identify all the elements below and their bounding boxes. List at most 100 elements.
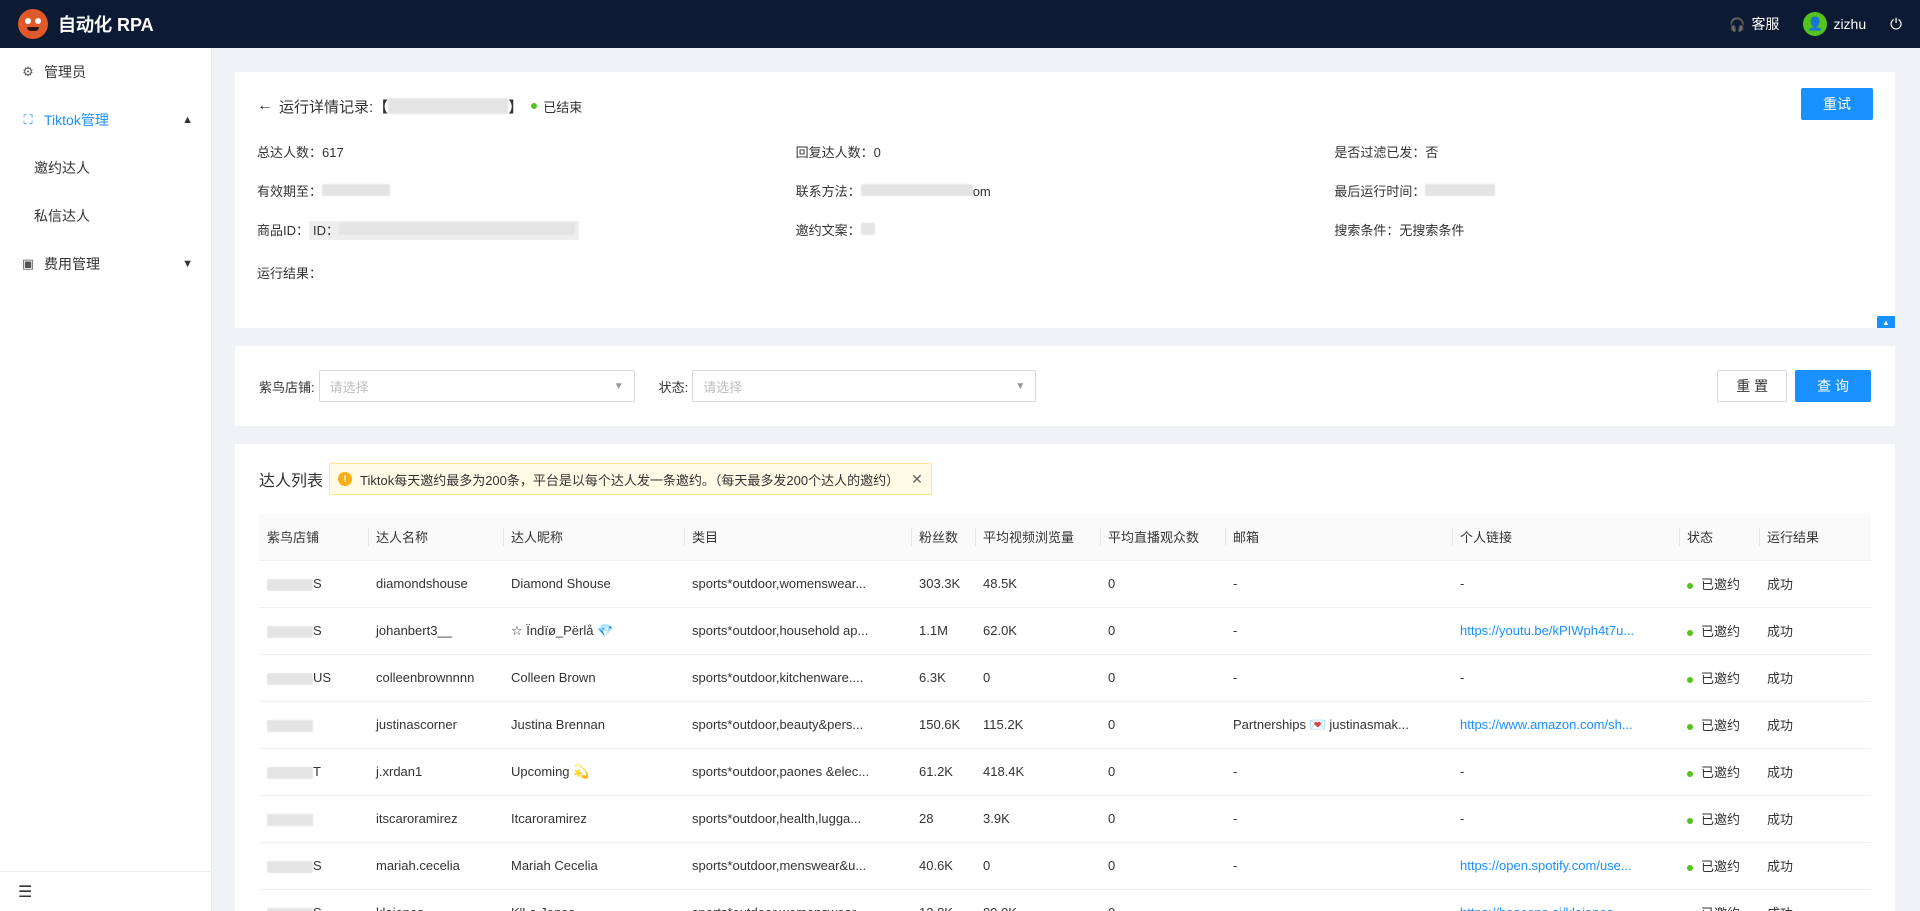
status-text: 已邀约 (1701, 577, 1741, 592)
header-col-email: 邮箱 (1225, 514, 1452, 561)
cell-avg-video-views: 3.9K (975, 795, 1100, 843)
header-col-nick: 达人昵称 (503, 514, 684, 561)
status-text: 已邀约 (1701, 671, 1741, 686)
cell-fans: 303.3K (911, 560, 975, 608)
sidebar-item-invite[interactable]: 邀约达人 (0, 144, 211, 192)
cell-nick: Justina Brennan (503, 701, 684, 749)
status-select[interactable]: 请选择 ▼ (692, 370, 1037, 402)
redacted-shop (267, 860, 313, 873)
redacted-contact (860, 184, 973, 196)
status-text: 已邀约 (1701, 624, 1741, 639)
logo-icon (18, 9, 48, 39)
cell-status: 已邀约 (1679, 654, 1759, 702)
status-dot-icon (1687, 629, 1693, 636)
bracket-close: 】 (508, 98, 524, 116)
cell-status: 已邀约 (1679, 701, 1759, 749)
cell-name: diamondshouse (368, 560, 503, 608)
logout-icon[interactable]: ⏻ (1890, 17, 1902, 32)
table-row[interactable]: itscaroramirez Itcaroramirez sports*outdoo… (259, 795, 1871, 843)
cell-category: sports*outdoor,household ap... (684, 607, 911, 655)
cell-email: - (1225, 560, 1452, 608)
status-dot-icon (1687, 864, 1693, 871)
cell-avg-live-viewers: 0 (1100, 560, 1225, 608)
cell-status: 已邀约 (1679, 795, 1759, 843)
replied-creators: 回复达人数：0 (795, 145, 881, 160)
redacted-task-name (388, 98, 509, 114)
redacted-time (1425, 184, 1496, 196)
cell-email: - (1225, 654, 1452, 702)
invite-text-label: 邀约文案： (795, 223, 861, 238)
reset-button[interactable]: 重 置 (1717, 370, 1788, 402)
invite-text: 邀约文案： (796, 220, 1335, 239)
shop-select[interactable]: 请选择 ▼ (318, 370, 635, 402)
cell-status: 已邀约 (1679, 748, 1759, 796)
shop-select-placeholder: 请选择 (329, 379, 369, 395)
status-text: 已邀约 (1701, 718, 1741, 733)
table-row[interactable]: US colleenbrownnnn Colleen Brown sports*out… (259, 654, 1871, 702)
cell-profile-link: - (1452, 654, 1679, 702)
status-text: 已邀约 (1701, 812, 1741, 827)
cell-status: 已邀约 (1679, 560, 1759, 608)
chevron-down-icon: ▼ (613, 380, 624, 392)
cell-fans: 12.8K (911, 889, 975, 911)
cell-name: johanbert3__ (368, 607, 503, 655)
cell-category: sports*outdoor,health,lugga... (684, 795, 911, 843)
cell-email: - (1225, 842, 1452, 890)
cell-avg-video-views: 418.4K (975, 748, 1100, 796)
status-text: 已邀约 (1701, 765, 1741, 780)
last-run-time: 最后运行时间： (1334, 181, 1873, 200)
sidebar-item-admin[interactable]: ⚙ 管理员 (0, 48, 211, 96)
collapse-up-icon[interactable]: ▲ (1877, 316, 1895, 328)
sidebar-item-message[interactable]: 私信达人 (0, 192, 211, 240)
cell-status: 已邀约 (1679, 607, 1759, 655)
cell-result: 成功 (1759, 560, 1871, 608)
cell-status: 已邀约 (1679, 842, 1759, 890)
header-col-fans: 粉丝数 (911, 514, 975, 561)
cell-profile-link[interactable]: https://open.spotify.com/use... (1452, 842, 1679, 890)
sidebar-item-tiktok[interactable]: ⛶ Tiktok管理 ▲ (0, 96, 211, 144)
cell-profile-link[interactable]: https://beacons.ai/klajones (1452, 889, 1679, 911)
collapse-menu-icon[interactable]: ☰ (0, 871, 212, 911)
cell-name: klajones (368, 889, 503, 911)
header-col-shop: 紫鸟店铺 (259, 514, 368, 561)
back-arrow-icon[interactable]: ← (257, 97, 273, 115)
search-condition: 搜索条件：无搜索条件 (1334, 223, 1465, 238)
username: zizhu (1833, 16, 1867, 32)
sidebar-item-billing[interactable]: ▣ 费用管理 ▼ (0, 240, 211, 288)
cell-fans: 1.1M (911, 607, 975, 655)
table-row[interactable]: Tj.xrdan1 Upcoming 💫 sports*outdoor,paones… (259, 748, 1871, 796)
cell-category: sports*outdoor,beauty&pers... (684, 701, 911, 749)
close-icon[interactable]: ✕ (911, 471, 923, 488)
table-row[interactable]: justinascorner Justina Brennan sports*outd… (259, 701, 1871, 749)
cell-category: sports*outdoor,kitchenware.... (684, 654, 911, 702)
sidebar-item-label: Tiktok管理 (44, 112, 109, 128)
cell-category: sports*outdoor,womenswear... (684, 889, 911, 911)
header-col-name: 达人名称 (368, 514, 503, 561)
support-link[interactable]: 🎧 客服 (1729, 14, 1779, 34)
table-row[interactable]: SklajonesK'La Jonessports*outdoor,womens… (259, 889, 1871, 911)
sidebar: ⚙ 管理员 ⛶ Tiktok管理 ▲ 邀约达人 私信达人 ▣ 费用管理 ▼ ☰ (0, 48, 212, 911)
retry-button[interactable]: 重试 (1801, 88, 1873, 120)
table-row[interactable]: Sjohanbert3__ ☆ Ïndïø_Përlå 💎 sports*outdo… (259, 607, 1871, 655)
shop-suffix: US (313, 670, 332, 685)
cell-fans: 6.3K (911, 654, 975, 702)
contact-label: 联系方法： (795, 184, 861, 199)
cell-avg-live-viewers: 0 (1100, 842, 1225, 890)
user-menu[interactable]: 👤 zizhu (1803, 12, 1866, 36)
brand[interactable]: 自动化 RPA (18, 9, 154, 39)
cell-profile-link[interactable]: https://www.amazon.com/sh... (1452, 701, 1679, 749)
table-row[interactable]: Smariah.cecelia Mariah Cecelia sports*outd… (259, 842, 1871, 890)
cell-profile-link: - (1452, 748, 1679, 796)
query-button[interactable]: 查 询 (1795, 370, 1871, 402)
header-col-status: 状态 (1679, 514, 1759, 561)
cell-profile-link[interactable]: https://youtu.be/kPIWph4t7u... (1452, 607, 1679, 655)
header-col-profile-link: 个人链接 (1452, 514, 1679, 561)
cell-name: justinascorner (368, 701, 503, 749)
table-row[interactable]: Sdiamondshouse Diamond Shouse sports*outdo… (259, 560, 1871, 608)
last-run-label: 最后运行时间： (1334, 184, 1426, 199)
cell-avg-video-views: 89.0K (975, 889, 1100, 911)
product-id-value: ID： (309, 221, 580, 240)
cell-result: 成功 (1759, 889, 1871, 911)
cell-status: 已邀约 (1679, 889, 1759, 911)
cell-nick: Itcaroramirez (503, 795, 684, 843)
